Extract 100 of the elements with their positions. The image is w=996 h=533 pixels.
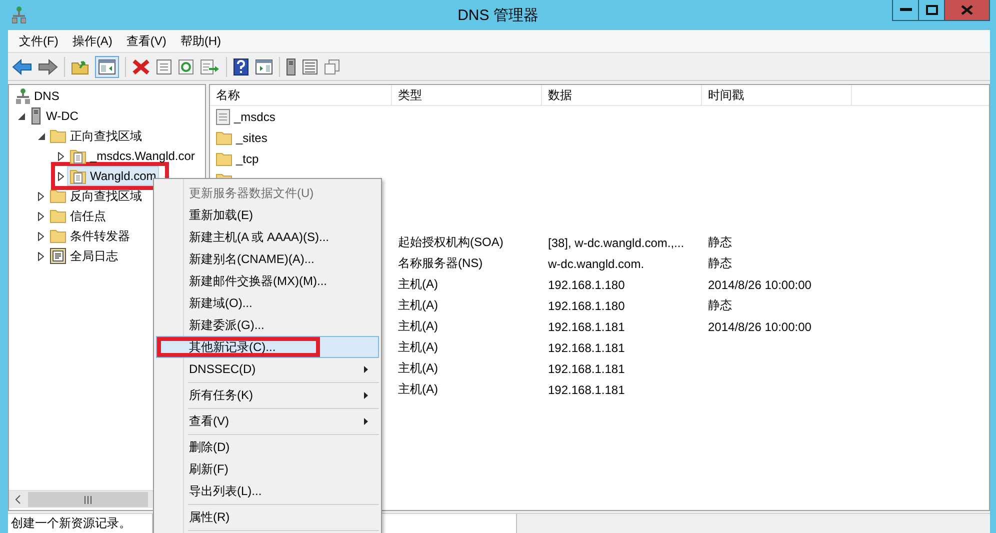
table-cell: 2014/8/26 10:00:00 <box>708 278 812 292</box>
zone-folder-icon <box>70 168 86 184</box>
table-cell: 主机(A) <box>398 318 438 335</box>
close-button[interactable] <box>944 0 990 21</box>
collapsed-arrow-icon[interactable] <box>38 192 44 200</box>
tree-item[interactable]: _msdcs.Wangld.cor <box>67 146 198 166</box>
menu-item[interactable]: 导出列表(L)... <box>156 480 379 502</box>
collapsed-arrow-icon[interactable] <box>58 172 64 180</box>
menu-item[interactable]: 其他新记录(C)... <box>156 336 379 358</box>
list-icon[interactable] <box>302 58 318 74</box>
table-cell: 静态 <box>708 234 732 251</box>
menu-item[interactable]: 文件(F) <box>12 32 66 50</box>
table-cell: 192.168.1.181 <box>548 382 625 396</box>
collapsed-arrow-icon[interactable] <box>38 212 44 220</box>
table-cell: 名称服务器(NS) <box>398 255 483 272</box>
table-cell: [38], w-dc.wangld.com.,... <box>548 236 684 250</box>
expanded-arrow-icon[interactable] <box>18 112 24 120</box>
expanded-arrow-icon[interactable] <box>38 132 44 140</box>
table-cell: 静态 <box>708 297 732 314</box>
menu-item[interactable]: 操作(A) <box>65 32 120 50</box>
status-text: 创建一个新资源记录。 <box>8 514 153 533</box>
folder-icon <box>50 189 66 203</box>
table-cell: 192.168.1.181 <box>548 362 625 376</box>
table-cell: w-dc.wangld.com. <box>548 256 644 270</box>
window-title: DNS 管理器 <box>458 6 538 24</box>
tree-item[interactable]: DNS <box>13 86 62 106</box>
table-cell: 主机(A) <box>398 360 438 377</box>
server-icon <box>30 107 42 125</box>
menu-item[interactable]: 属性(R) <box>156 506 379 528</box>
folder-icon <box>216 152 232 166</box>
back-icon[interactable] <box>12 58 32 74</box>
column-header[interactable]: 数据 <box>542 85 702 105</box>
table-cell: 192.168.1.180 <box>548 298 625 312</box>
log-icon <box>50 248 66 264</box>
menu-item[interactable]: DNSSEC(D) <box>156 358 379 380</box>
export-list-icon[interactable] <box>200 58 220 74</box>
grip-icon <box>84 496 92 504</box>
maximize-icon <box>926 5 938 15</box>
menu-item[interactable]: 新建主机(A 或 AAAA)(S)... <box>156 226 379 248</box>
table-cell: _sites <box>236 130 268 144</box>
column-header[interactable]: 时间戳 <box>702 85 852 105</box>
minimize-icon <box>900 8 912 12</box>
dns-app-icon <box>12 6 26 24</box>
tree-item[interactable]: 条件转发器 <box>47 226 133 246</box>
column-header[interactable]: 类型 <box>392 85 542 105</box>
submenu-arrow-icon <box>364 392 368 398</box>
up-folder-icon[interactable] <box>71 58 89 74</box>
tree-item[interactable]: 信任点 <box>47 206 109 226</box>
tree-item[interactable]: 全局日志 <box>47 246 121 266</box>
tree-item[interactable]: 正向查找区域 <box>47 126 145 146</box>
copy-icon[interactable] <box>324 58 340 74</box>
minimize-button[interactable] <box>892 0 919 21</box>
table-cell: 192.168.1.180 <box>548 278 625 292</box>
close-icon <box>961 5 973 15</box>
table-cell: 192.168.1.181 <box>548 320 625 334</box>
folder-icon <box>50 229 66 243</box>
action-pane-icon[interactable] <box>255 58 273 74</box>
table-cell: 192.168.1.181 <box>548 340 625 354</box>
submenu-arrow-icon <box>364 418 368 424</box>
table-cell: 主机(A) <box>398 276 438 293</box>
forward-icon[interactable] <box>38 58 58 74</box>
zone-icon <box>216 108 230 124</box>
refresh-icon[interactable] <box>178 58 194 74</box>
dns-network-icon <box>16 88 30 104</box>
table-cell: 主机(A) <box>398 339 438 356</box>
tree-item[interactable]: Wangld.com <box>67 166 160 186</box>
table-cell: 静态 <box>708 255 732 272</box>
help-icon[interactable] <box>233 58 249 76</box>
table-cell: 起始授权机构(SOA) <box>398 234 504 251</box>
menu-item[interactable]: 刷新(F) <box>156 458 379 480</box>
table-cell: _tcp <box>236 152 259 166</box>
menu-item[interactable]: 帮助(H) <box>173 32 228 50</box>
console-tree-toggle[interactable] <box>95 56 119 78</box>
menu-item[interactable]: 所有任务(K) <box>156 384 379 406</box>
table-cell: _msdcs <box>234 110 276 124</box>
menu-item[interactable]: 查看(V) <box>156 410 379 432</box>
table-cell: 主机(A) <box>398 381 438 398</box>
menu-item[interactable]: 查看(V) <box>119 32 174 50</box>
tree-item[interactable]: 反向查找区域 <box>47 186 145 206</box>
menu-item[interactable]: 重新加载(E) <box>156 204 379 226</box>
collapsed-arrow-icon[interactable] <box>38 252 44 260</box>
delete-icon[interactable] <box>132 58 150 74</box>
submenu-arrow-icon <box>364 366 368 372</box>
tree-item[interactable]: W-DC <box>27 105 82 127</box>
menu-item[interactable]: 删除(D) <box>156 436 379 458</box>
collapsed-arrow-icon[interactable] <box>38 232 44 240</box>
zone-folder-icon <box>70 148 86 164</box>
server-icon[interactable] <box>286 58 296 76</box>
table-cell: 2014/8/26 10:00:00 <box>708 320 812 334</box>
collapsed-arrow-icon[interactable] <box>58 152 64 160</box>
folder-icon <box>50 209 66 223</box>
menu-item[interactable]: 新建邮件交换器(MX)(M)... <box>156 270 379 292</box>
properties-icon[interactable] <box>156 58 172 74</box>
menu-item[interactable]: 新建域(O)... <box>156 292 379 314</box>
column-header[interactable]: 名称 <box>210 85 392 105</box>
folder-icon <box>50 129 66 143</box>
menu-item[interactable]: 新建委派(G)... <box>156 314 379 336</box>
scroll-left-icon[interactable] <box>15 495 21 504</box>
table-cell: 主机(A) <box>398 297 438 314</box>
menu-item[interactable]: 新建别名(CNAME)(A)... <box>156 248 379 270</box>
